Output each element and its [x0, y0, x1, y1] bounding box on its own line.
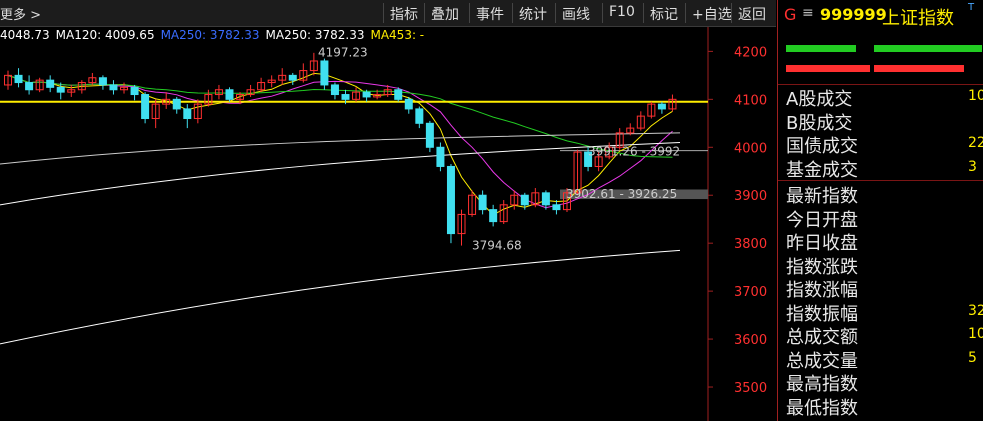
- toolbar-button-6[interactable]: 标记: [650, 4, 678, 24]
- candle-body: [341, 94, 350, 100]
- stat-label: A股成交: [786, 89, 853, 110]
- candle-body: [330, 84, 339, 96]
- candle-body: [657, 103, 666, 110]
- toolbar-separator: [424, 3, 425, 23]
- y-tick-label: 3800: [734, 237, 767, 252]
- candle-body: [541, 192, 550, 206]
- candle-body: [446, 165, 455, 235]
- stat-value: 3: [968, 158, 977, 175]
- stat-value: 22: [968, 135, 983, 151]
- volume-bar: [786, 65, 870, 72]
- price-annotation: 3991.26 - 3992: [588, 144, 680, 158]
- g-icon[interactable]: G: [784, 5, 796, 24]
- toolbar-button-7[interactable]: +自选: [692, 4, 732, 24]
- candle-body: [183, 108, 192, 120]
- index-stat-label: 昨日收盘: [786, 233, 858, 254]
- candle-body: [415, 108, 424, 124]
- volume-bar: [874, 65, 964, 72]
- y-tick-label: 3900: [734, 189, 767, 204]
- candle-body: [25, 82, 34, 91]
- price-annotation: 4197.23: [318, 46, 368, 60]
- index-stat-value: 32: [968, 302, 983, 319]
- index-stat-value: 10: [968, 326, 983, 342]
- index-stat-label: 最新指数: [786, 186, 858, 207]
- ma-line-453: [0, 249, 681, 345]
- candle-body: [46, 79, 55, 88]
- toolbar-button-3[interactable]: 统计: [519, 4, 547, 24]
- index-stat-label: 最低指数: [786, 397, 858, 419]
- toolbar-separator: [643, 3, 644, 23]
- toolbar-separator: [731, 3, 732, 23]
- y-tick-label: 4200: [734, 45, 767, 60]
- candle-body: [141, 94, 150, 120]
- index-stat-label: 今日开盘: [786, 209, 858, 231]
- more-button[interactable]: 更多 >: [0, 4, 41, 23]
- volume-bar: [874, 45, 982, 52]
- y-tick-label: 3600: [734, 333, 767, 348]
- candle-body: [362, 91, 371, 98]
- stat-value: 10: [968, 88, 983, 104]
- candle-body: [14, 74, 23, 84]
- y-tick-label: 3500: [734, 381, 767, 396]
- toolbar-separator: [383, 3, 384, 23]
- chart-toolbar: 更多 > 指标 叠加 事件 统计 画线 F10 标记 +自选 返回: [0, 0, 776, 27]
- t-icon: T: [968, 2, 975, 13]
- index-stat-label: 最高指数: [786, 374, 858, 395]
- candle-body: [404, 98, 413, 110]
- candle-body: [436, 146, 445, 167]
- toolbar-button-2[interactable]: 事件: [476, 4, 504, 24]
- candle-body: [56, 86, 65, 93]
- toolbar-button-8[interactable]: 返回: [738, 4, 766, 24]
- candle-body: [320, 60, 329, 86]
- stat-label: 国债成交: [786, 136, 858, 157]
- volume-bar: [786, 45, 856, 52]
- candle-body: [394, 89, 403, 100]
- toolbar-separator: [685, 3, 686, 23]
- toolbar-button-0[interactable]: 指标: [390, 4, 418, 24]
- candle-body: [520, 194, 529, 206]
- stock-name: 上证指数: [882, 8, 954, 29]
- stat-label: B股成交: [786, 112, 853, 134]
- toolbar-separator: [602, 3, 603, 23]
- quote-header: G ≡ 999999 上证指数 T: [778, 0, 983, 32]
- stock-code: 999999: [820, 5, 887, 24]
- quote-panel: G ≡ 999999 上证指数 T A股成交 10 B股成交 国债成交 22 基金成交 3 最…: [777, 0, 983, 421]
- candle-body: [478, 194, 487, 211]
- candle-body: [489, 209, 498, 223]
- candle-body: [225, 89, 234, 100]
- index-stat-label: 指数振幅: [786, 303, 858, 325]
- toolbar-separator: [555, 3, 556, 23]
- index-stat-label: 指数涨跌: [786, 256, 858, 278]
- toolbar-button-1[interactable]: 叠加: [431, 4, 459, 24]
- toolbar-separator: [512, 3, 513, 23]
- ma-line-30: [7, 74, 673, 158]
- candle-body: [172, 98, 181, 110]
- menu-icon[interactable]: ≡: [802, 5, 814, 21]
- y-tick-label: 4000: [734, 141, 767, 156]
- y-tick-label: 4100: [734, 93, 767, 108]
- index-stat-label: 总成交量: [786, 350, 858, 372]
- index-stat-value: 5: [968, 349, 977, 366]
- toolbar-separator: [469, 3, 470, 23]
- candle-body: [109, 84, 118, 91]
- index-stat-label: 指数涨幅: [786, 280, 858, 301]
- price-annotation: 3902.61 - 3926.25: [566, 187, 677, 201]
- candle-body: [425, 122, 434, 148]
- index-stat-label: 总成交额: [786, 327, 858, 348]
- candle-body: [552, 204, 561, 211]
- y-tick-label: 3700: [734, 285, 767, 300]
- stat-label: 基金成交: [786, 159, 858, 181]
- candle-body: [130, 86, 139, 96]
- toolbar-button-4[interactable]: 画线: [562, 4, 590, 24]
- candle-body: [98, 77, 107, 86]
- price-annotation: 3794.68: [472, 239, 522, 253]
- candle-body: [288, 74, 297, 81]
- candlestick-chart[interactable]: 4200 4100 4000 3900 3800 3700 3600 3500 4197.23 3…: [0, 27, 776, 421]
- toolbar-button-5[interactable]: F10: [609, 4, 635, 20]
